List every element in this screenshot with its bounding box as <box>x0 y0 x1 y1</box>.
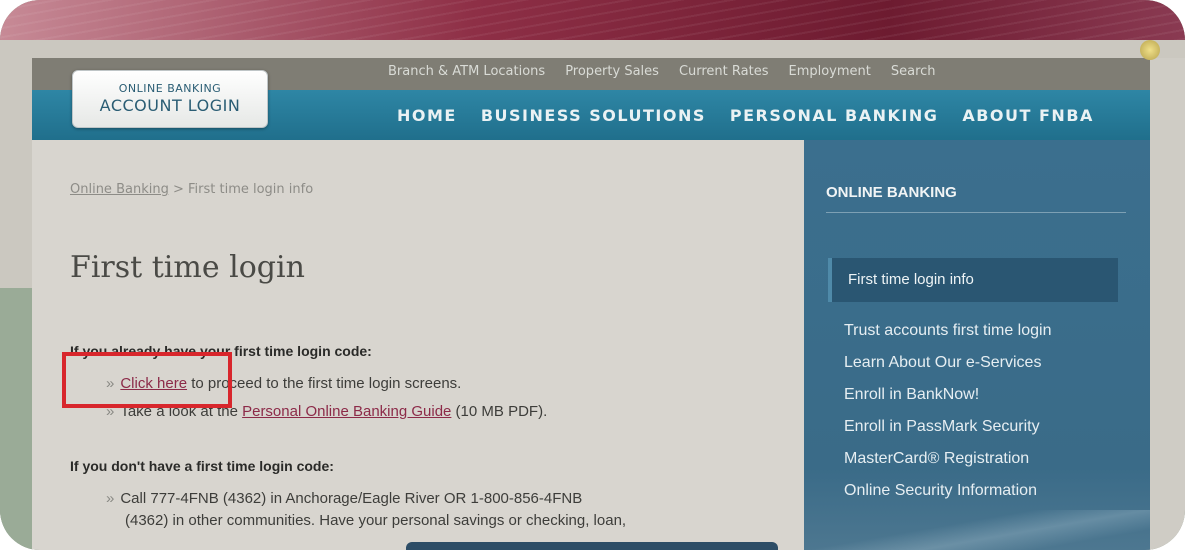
section-heading-no-code: If you don't have a first time login cod… <box>70 458 334 474</box>
login-box-big-label: ACCOUNT LOGIN <box>99 96 241 115</box>
site-header: ONLINE BANKING ACCOUNT LOGIN Branch & AT… <box>32 58 1150 140</box>
sidebar-title: ONLINE BANKING <box>826 184 957 201</box>
tooltip-popup <box>406 542 778 550</box>
sidebar-links: Trust accounts first time login Learn Ab… <box>844 315 1051 507</box>
sidebar-mountain-graphic <box>804 510 1150 550</box>
bullet3-line1: Call 777-4FNB (4362) in Anchorage/Eagle … <box>120 490 583 507</box>
sidebar-item-banknow[interactable]: Enroll in BankNow! <box>844 379 1051 411</box>
utility-nav: Branch & ATM Locations Property Sales Cu… <box>388 64 936 84</box>
sidebar: ONLINE BANKING First time login info Tru… <box>804 140 1150 550</box>
sidebar-item-security-info[interactable]: Online Security Information <box>844 475 1051 507</box>
breadcrumb-current: First time login info <box>188 182 314 197</box>
left-gutter <box>0 58 32 550</box>
top-decorative-band <box>0 0 1185 40</box>
browser-frame: ONLINE BANKING ACCOUNT LOGIN Branch & AT… <box>0 0 1185 550</box>
util-nav-branch-atm[interactable]: Branch & ATM Locations <box>388 64 545 84</box>
sidebar-item-first-time-login-info[interactable]: First time login info <box>828 258 1118 302</box>
breadcrumb-online-banking-link[interactable]: Online Banking <box>70 182 169 197</box>
util-nav-employment[interactable]: Employment <box>788 64 870 84</box>
sidebar-item-trust-accounts[interactable]: Trust accounts first time login <box>844 315 1051 347</box>
sidebar-divider <box>826 212 1126 213</box>
breadcrumb-separator: > <box>168 182 188 197</box>
nav-personal-banking[interactable]: PERSONAL BANKING <box>730 106 938 130</box>
badge-icon <box>1140 40 1160 60</box>
right-gutter <box>1150 58 1185 550</box>
main-nav: HOME BUSINESS SOLUTIONS PERSONAL BANKING… <box>397 106 1094 130</box>
util-nav-current-rates[interactable]: Current Rates <box>679 64 769 84</box>
bullet-call-line2: (4362) in other communities. Have your p… <box>125 512 627 529</box>
bullet-call-line1: » Call 777-4FNB (4362) in Anchorage/Eagle… <box>106 488 582 509</box>
nav-business-solutions[interactable]: BUSINESS SOLUTIONS <box>481 106 706 130</box>
util-nav-property-sales[interactable]: Property Sales <box>565 64 659 84</box>
account-login-button[interactable]: ONLINE BANKING ACCOUNT LOGIN <box>72 70 268 128</box>
breadcrumb: Online Banking > First time login info <box>70 182 313 197</box>
sidebar-item-passmark[interactable]: Enroll in PassMark Security <box>844 411 1051 443</box>
sidebar-item-e-services[interactable]: Learn About Our e-Services <box>844 347 1051 379</box>
bullet2-suffix: (10 MB PDF). <box>451 403 548 420</box>
bullet-marker: » <box>106 490 115 507</box>
sidebar-item-mastercard[interactable]: MasterCard® Registration <box>844 443 1051 475</box>
highlight-annotation-box <box>62 352 232 408</box>
main-content: Online Banking > First time login info F… <box>32 140 1150 550</box>
nav-home[interactable]: HOME <box>397 106 457 130</box>
personal-online-banking-guide-link[interactable]: Personal Online Banking Guide <box>242 403 451 420</box>
util-nav-search[interactable]: Search <box>891 64 936 84</box>
page-title: First time login <box>70 250 305 285</box>
nav-about-fnba[interactable]: ABOUT FNBA <box>962 106 1094 130</box>
login-box-small-label: ONLINE BANKING <box>118 82 222 95</box>
top-gray-strip <box>0 40 1185 58</box>
